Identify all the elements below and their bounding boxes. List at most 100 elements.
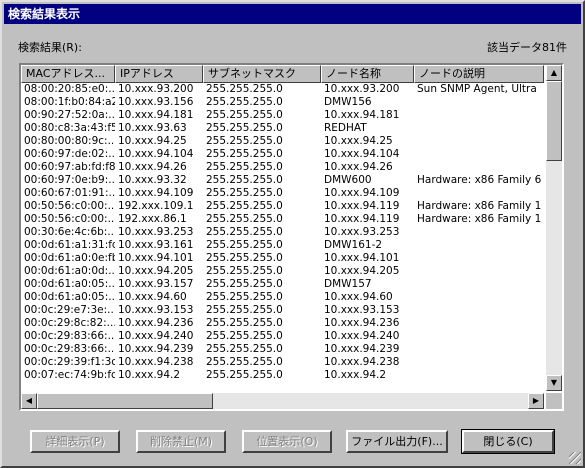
table-row[interactable]: 00:0d:61:a0:05:... 10.xxx.94.60 255.255.25…: [21, 291, 544, 304]
table-cell: 255.255.255.0: [206, 174, 283, 186]
close-button[interactable]: 閉じる(C): [461, 429, 555, 454]
table-row[interactable]: 00:60:97:0e:b9:... 10.xxx.93.32 255.255.25…: [21, 174, 544, 187]
table-cell: 00:0c:29:83:66:...: [24, 343, 115, 355]
table-row[interactable]: 00:0d:61:a0:0d:... 10.xxx.94.205 255.255.2…: [21, 265, 544, 278]
table-cell: [414, 252, 544, 265]
table-cell: 255.255.255.0: [206, 343, 283, 355]
table-cell: 00:0d:61:a0:05:...: [24, 278, 115, 290]
table-cell: 10.xxx.94.60: [324, 291, 393, 303]
table-cell: 255.255.255.0: [206, 187, 283, 199]
table-cell: 10.xxx.94.239: [324, 343, 400, 355]
table-cell: 00:0d:61:a0:0d:...: [24, 265, 115, 277]
table-cell: 10.xxx.94.238: [118, 356, 194, 368]
table-row[interactable]: 00:0d:61:a0:05:... 10.xxx.93.157 255.255.2…: [21, 278, 544, 291]
table-cell: 10.xxx.94.60: [118, 291, 187, 303]
table-cell: 08:00:20:85:e0:...: [24, 83, 115, 95]
table-row[interactable]: 00:07:ec:74:9b:fc 10.xxx.94.2 255.255.255.…: [21, 369, 544, 382]
table-cell: 255.255.255.0: [206, 200, 283, 212]
vertical-scrollbar[interactable]: ▲ ▼: [546, 65, 562, 391]
table-cell: 10.xxx.93.200: [324, 83, 400, 95]
column-header-node-name[interactable]: ノード名称: [321, 65, 414, 83]
table-cell: 00:60:97:0e:b9:...: [24, 174, 115, 186]
table-cell: 10.xxx.94.240: [324, 330, 400, 342]
result-count: 該当データ81件: [487, 41, 567, 54]
table-cell: 10.xxx.93.32: [118, 174, 187, 186]
table-cell: 00:0c:29:83:66:...: [24, 330, 115, 342]
table-cell: 255.255.255.0: [206, 369, 283, 381]
table-cell: 255.255.255.0: [206, 239, 283, 251]
table-cell: 192.xxx.109.1: [118, 200, 194, 212]
table-cell: 255.255.255.0: [206, 291, 283, 303]
table-cell: 00:90:27:52:0a:...: [24, 109, 115, 121]
table-cell: 10.xxx.93.200: [118, 83, 194, 95]
resize-grip-icon[interactable]: [569, 452, 581, 464]
table-cell: 255.255.255.0: [206, 148, 283, 160]
scroll-left-arrow-icon[interactable]: ◀: [21, 393, 37, 409]
table-cell: 00:80:00:80:9c:...: [24, 135, 115, 147]
table-cell: Hardware: x86 Family 1: [417, 200, 542, 212]
table-row[interactable]: 00:80:c8:3a:43:f5 10.xxx.93.63 255.255.255…: [21, 122, 544, 135]
table-cell: [414, 135, 544, 148]
table-row[interactable]: 00:0c:29:83:66:... 10.xxx.94.240 255.255.2…: [21, 330, 544, 343]
table-row[interactable]: 08:00:20:85:e0:... 10.xxx.93.200 255.255.2…: [21, 83, 544, 96]
table-cell: 255.255.255.0: [206, 252, 283, 264]
table-body: 08:00:20:85:e0:... 10.xxx.93.200 255.255.2…: [21, 83, 544, 391]
table-row[interactable]: 00:0d:61:a0:0e:fb 10.xxx.94.101 255.255.25…: [21, 252, 544, 265]
table-cell: 10.xxx.93.153: [324, 304, 400, 316]
table-cell: [414, 226, 544, 239]
table-row[interactable]: 00:0c:29:83:66:... 10.xxx.94.239 255.255.2…: [21, 343, 544, 356]
delete-prohibit-button[interactable]: 削除禁止(M): [136, 430, 226, 453]
table-row[interactable]: 00:50:56:c0:00:... 192.xxx.109.1 255.255.2…: [21, 200, 544, 213]
column-header-mac[interactable]: MACアドレス...: [21, 65, 115, 83]
table-cell: 00:0c:29:8c:82:...: [24, 317, 115, 329]
table-row[interactable]: 00:90:27:52:0a:... 10.xxx.94.181 255.255.2…: [21, 109, 544, 122]
table-cell: 255.255.255.0: [206, 213, 283, 225]
table-row[interactable]: 08:00:1f:b0:84:a2 10.xxx.93.156 255.255.25…: [21, 96, 544, 109]
column-header-node-description[interactable]: ノードの説明: [414, 65, 544, 83]
table-row[interactable]: 00:30:6e:4c:6b:... 10.xxx.93.253 255.255.2…: [21, 226, 544, 239]
table-row[interactable]: 00:0c:29:39:f1:3c 10.xxx.94.238 255.255.25…: [21, 356, 544, 369]
table-cell: 00:80:c8:3a:43:f5: [24, 122, 115, 134]
table-row[interactable]: 00:50:56:c0:00:... 192.xxx.86.1 255.255.25…: [21, 213, 544, 226]
table-cell: 10.xxx.93.253: [324, 226, 400, 238]
table-row[interactable]: 00:80:00:80:9c:... 10.xxx.94.25 255.255.25…: [21, 135, 544, 148]
table-cell: [414, 356, 544, 369]
table-row[interactable]: 00:60:97:ab:fd:f8 10.xxx.94.26 255.255.255…: [21, 161, 544, 174]
horizontal-scroll-thumb[interactable]: [37, 393, 213, 409]
vertical-scroll-thumb[interactable]: [546, 81, 562, 161]
horizontal-scrollbar[interactable]: ◀ ▶: [21, 393, 544, 409]
table-cell: 10.xxx.94.104: [118, 148, 194, 160]
table-cell: 00:0c:29:39:f1:3c: [24, 356, 115, 368]
table-cell: [414, 343, 544, 356]
scroll-right-arrow-icon[interactable]: ▶: [528, 393, 544, 409]
table-cell: [414, 96, 544, 109]
table-cell: 10.xxx.94.205: [324, 265, 400, 277]
table-cell: 00:0d:61:a0:0e:fb: [24, 252, 115, 264]
file-output-button[interactable]: ファイル出力(F)...: [346, 430, 448, 453]
scroll-down-arrow-icon[interactable]: ▼: [546, 375, 562, 391]
table-cell: 10.xxx.93.63: [118, 122, 187, 134]
table-cell: 255.255.255.0: [206, 330, 283, 342]
result-list-view[interactable]: MACアドレス... IPアドレス サブネットマスク ノード名称 ノードの説明 …: [19, 63, 564, 411]
window-title: 検索結果表示: [4, 4, 581, 24]
column-header-row: MACアドレス... IPアドレス サブネットマスク ノード名称 ノードの説明: [21, 65, 544, 83]
table-row[interactable]: 00:60:67:01:91:... 10.xxx.94.109 255.255.2…: [21, 187, 544, 200]
table-row[interactable]: 00:60:97:de:02:... 10.xxx.94.104 255.255.2…: [21, 148, 544, 161]
table-row[interactable]: 00:0c:29:8c:82:... 10.xxx.94.236 255.255.2…: [21, 317, 544, 330]
position-button[interactable]: 位置表示(O): [242, 430, 332, 453]
table-row[interactable]: 00:0d:61:a1:31:fd 10.xxx.93.161 255.255.25…: [21, 239, 544, 252]
detail-button[interactable]: 詳細表示(P): [30, 430, 120, 453]
scroll-up-arrow-icon[interactable]: ▲: [546, 65, 562, 81]
table-cell: [414, 304, 544, 317]
table-row[interactable]: 00:0c:29:e7:3e:... 10.xxx.93.153 255.255.2…: [21, 304, 544, 317]
table-cell: 255.255.255.0: [206, 83, 283, 95]
column-header-subnet[interactable]: サブネットマスク: [203, 65, 321, 83]
column-header-ip[interactable]: IPアドレス: [115, 65, 203, 83]
table-cell: DMW157: [324, 278, 372, 290]
table-cell: 00:0d:61:a0:05:...: [24, 291, 115, 303]
table-cell: 10.xxx.94.101: [118, 252, 194, 264]
table-cell: 00:0c:29:e7:3e:...: [24, 304, 115, 316]
table-cell: DMW600: [324, 174, 372, 186]
table-cell: 192.xxx.86.1: [118, 213, 187, 225]
table-cell: 255.255.255.0: [206, 278, 283, 290]
